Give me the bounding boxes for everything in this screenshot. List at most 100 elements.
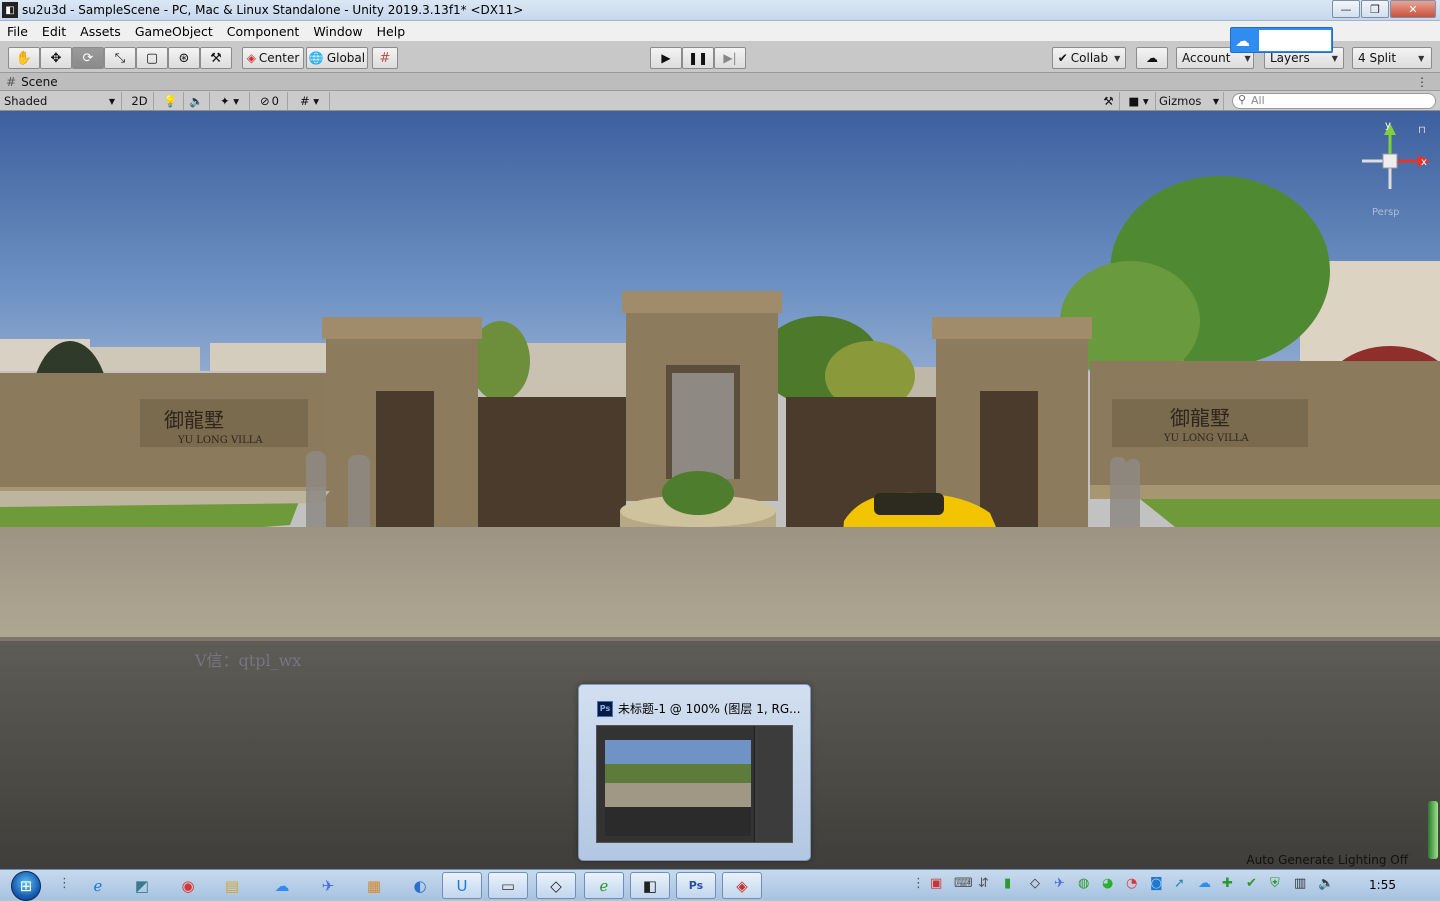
tab-menu-icon[interactable]: ⋮: [1416, 75, 1428, 89]
effects-icon: ✦ ▾: [219, 94, 240, 108]
scene-tab-bar: # Scene ⋮: [0, 73, 1440, 91]
360-tray-icon[interactable]: ◍: [1078, 876, 1089, 891]
eye-slash-icon: ⊘: [260, 94, 270, 108]
menu-edit[interactable]: Edit: [35, 24, 73, 39]
chrome-icon[interactable]: ◉: [168, 872, 208, 899]
baidu-netdisk-icon[interactable]: ☁: [262, 872, 302, 899]
2d-toggle[interactable]: 2D: [126, 92, 154, 110]
lightbulb-icon: 💡: [163, 94, 178, 108]
maximize-button[interactable]: ❐: [1361, 0, 1389, 18]
tool-app-icon[interactable]: ◈: [722, 872, 762, 899]
pause-button[interactable]: ❚❚: [682, 47, 714, 69]
sync-tray-icon[interactable]: ◙: [1150, 876, 1163, 891]
menu-gameobject[interactable]: GameObject: [128, 24, 220, 39]
unity-hub-icon[interactable]: ◇: [536, 872, 576, 899]
audio-toggle[interactable]: 🔈: [184, 92, 210, 110]
browser-icon[interactable]: ◐: [400, 872, 440, 899]
custom-tool-button[interactable]: ⚒: [200, 47, 232, 69]
ie-icon[interactable]: ℯ: [78, 872, 118, 899]
dropdown-arrow-icon: ▼: [108, 96, 115, 106]
grid-snap-button[interactable]: #: [372, 47, 398, 69]
ie-green-icon[interactable]: ℯ: [584, 872, 624, 899]
wechat-tray-icon[interactable]: ◕: [1102, 876, 1113, 891]
thumbnail-panel: [754, 726, 792, 842]
menu-bar: File Edit Assets GameObject Component Wi…: [0, 21, 1440, 41]
menu-file[interactable]: File: [0, 24, 35, 39]
photoshop-taskbar-icon[interactable]: Ps: [676, 872, 716, 899]
move-tool-button[interactable]: ✥: [40, 47, 72, 69]
close-button[interactable]: ✕: [1390, 0, 1436, 18]
layout-dropdown[interactable]: 4 Split ▼: [1352, 47, 1432, 69]
tray-arrow-icon[interactable]: ⇵: [978, 876, 989, 891]
pdf-tray-icon[interactable]: ▣: [930, 876, 942, 891]
cloud-button[interactable]: ☁: [1136, 47, 1168, 69]
unity-editor-icon[interactable]: ◧: [630, 872, 670, 899]
lighting-toggle[interactable]: 💡: [158, 92, 184, 110]
camera-icon: ■ ▾: [1128, 94, 1149, 108]
explorer-icon[interactable]: ▤: [212, 872, 252, 899]
camera-dropdown[interactable]: ■ ▾: [1122, 92, 1156, 110]
baidu-cloud-overlay[interactable]: ☁: [1230, 27, 1333, 53]
security-tray-icon[interactable]: ✔: [1246, 876, 1257, 891]
svg-text:御龍墅: 御龍墅: [164, 408, 224, 432]
winrar-icon[interactable]: ▦: [354, 872, 394, 899]
app-u-icon[interactable]: U: [442, 872, 482, 899]
cloud-icon: ☁: [1146, 51, 1158, 65]
transform-tool-button[interactable]: ⊛: [168, 47, 200, 69]
photoshop-preview-popup[interactable]: Ps 未标题-1 @ 100% (图层 1, RG...: [578, 684, 811, 861]
grid-icon: #: [6, 74, 17, 89]
draw-mode-dropdown[interactable]: Shaded ▼: [0, 92, 122, 110]
menu-help[interactable]: Help: [370, 24, 413, 39]
menu-assets[interactable]: Assets: [73, 24, 128, 39]
step-button[interactable]: ▶|: [714, 47, 746, 69]
taskbar-grip-icon: ⋮: [58, 876, 71, 891]
tools-button[interactable]: ⚒: [1098, 92, 1120, 110]
sketchup-icon[interactable]: ◩: [122, 872, 162, 899]
feishu-icon[interactable]: ✈: [308, 872, 348, 899]
qq-tray-icon[interactable]: ◔: [1126, 876, 1137, 891]
photoshop-thumbnail[interactable]: [596, 725, 793, 843]
rotate-tool-button[interactable]: ⟳: [72, 47, 104, 69]
thumbnail-canvas: [605, 740, 751, 836]
shield-tray-icon[interactable]: ⛨: [1270, 876, 1280, 891]
pivot-label: Center: [258, 51, 300, 65]
space-toggle[interactable]: 🌐 Global: [306, 47, 368, 69]
unity-tray-icon[interactable]: ◇: [1030, 876, 1040, 891]
hidden-count: 0: [271, 94, 279, 108]
scale-tool-button[interactable]: ⤡: [104, 47, 136, 69]
minimize-button[interactable]: —: [1332, 0, 1360, 18]
keyboard-tray-icon[interactable]: ⌨: [954, 876, 973, 891]
rect-tool-button[interactable]: ▢: [136, 47, 168, 69]
grid-dropdown[interactable]: # ▾: [290, 92, 330, 110]
battery-tray-icon[interactable]: ▮: [1004, 876, 1011, 891]
plus-tray-icon[interactable]: ✚: [1222, 876, 1233, 891]
feishu-tray-icon[interactable]: ✈: [1054, 876, 1065, 891]
scrollbar[interactable]: [1428, 801, 1438, 859]
unity-logo-icon: ◧: [2, 2, 18, 18]
menu-component[interactable]: Component: [220, 24, 307, 39]
hidden-objects-toggle[interactable]: ⊘ 0: [252, 92, 288, 110]
cursor-tray-icon[interactable]: ➚: [1174, 876, 1185, 891]
scene-search-input[interactable]: All: [1232, 93, 1436, 109]
tray-grip-icon: ⋮: [912, 876, 925, 891]
notepad-icon[interactable]: ▭: [488, 872, 528, 899]
taskbar-clock[interactable]: 1:55: [1369, 878, 1396, 892]
scene-orientation-gizmo[interactable]: y x Persp ⊓: [1362, 120, 1430, 218]
hand-tool-button[interactable]: ✋: [8, 47, 40, 69]
effects-dropdown[interactable]: ✦ ▾: [210, 92, 250, 110]
account-label: Account: [1182, 51, 1231, 65]
menu-window[interactable]: Window: [306, 24, 369, 39]
scale-icon: ⤡: [114, 50, 126, 66]
pivot-toggle[interactable]: ◈ Center: [242, 47, 304, 69]
netdisk-tray-icon[interactable]: ☁: [1198, 876, 1211, 891]
tab-scene[interactable]: # Scene: [0, 73, 66, 91]
volume-tray-icon[interactable]: 🔈: [1318, 876, 1334, 891]
play-button[interactable]: ▶: [650, 47, 682, 69]
tools-icon: ⚒: [1103, 94, 1114, 108]
gizmos-dropdown[interactable]: Gizmos ▼: [1156, 92, 1224, 110]
collab-dropdown[interactable]: ✔ Collab ▼: [1052, 47, 1126, 69]
network-tray-icon[interactable]: ▥: [1294, 876, 1306, 891]
collab-label: Collab: [1070, 51, 1109, 65]
start-button[interactable]: ⊞: [6, 870, 46, 901]
cloud-sync-icon: ☁: [1235, 32, 1250, 50]
